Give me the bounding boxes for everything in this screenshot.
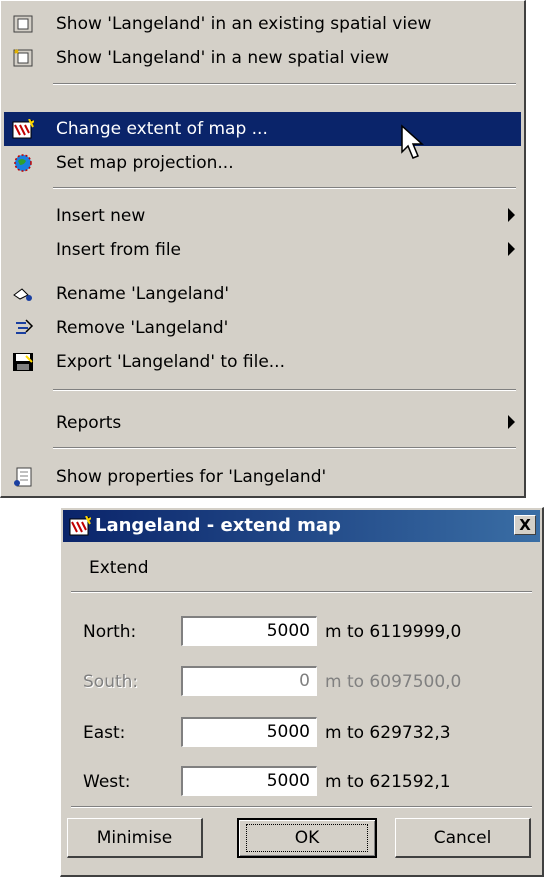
menu-item-remove[interactable]: Remove 'Langeland' — [4, 311, 521, 345]
minimise-button[interactable]: Minimise — [67, 818, 203, 858]
ok-button-label: OK — [245, 824, 369, 852]
menu-item-show-new-view[interactable]: Show 'Langeland' in a new spatial view — [4, 41, 521, 75]
east-target-text: m to 629732,3 — [325, 723, 451, 743]
menu-item-insert-from-file[interactable]: Insert from file — [4, 233, 521, 267]
menu-item-insert-new[interactable]: Insert new — [4, 199, 521, 233]
extend-map-dialog: Langeland - extend map X Extend North: 5… — [60, 507, 544, 877]
south-target-text: m to 6097500,0 — [325, 672, 462, 692]
section-label-extend: Extend — [89, 558, 149, 578]
menu-item-properties[interactable]: Show properties for 'Langeland' — [4, 460, 521, 494]
submenu-arrow-icon — [508, 242, 515, 256]
change-extent-icon — [12, 119, 34, 139]
cancel-button[interactable]: Cancel — [395, 818, 531, 858]
change-extent-icon — [69, 516, 91, 536]
menu-item-label: Insert new — [56, 206, 146, 226]
menu-item-label: Change extent of map ... — [56, 119, 268, 139]
menu-item-label: Set map projection... — [56, 153, 234, 173]
north-label: North: — [83, 622, 137, 642]
menu-item-export[interactable]: Export 'Langeland' to file... — [4, 345, 521, 379]
menu-item-set-projection[interactable]: Set map projection... — [4, 146, 521, 180]
menu-item-label: Reports — [56, 413, 122, 433]
ok-button[interactable]: OK — [237, 818, 377, 858]
dialog-title: Langeland - extend map — [95, 515, 341, 536]
menu-item-label: Rename 'Langeland' — [56, 284, 230, 304]
menu-item-label: Export 'Langeland' to file... — [56, 352, 285, 372]
menu-separator — [53, 83, 516, 85]
menu-separator — [53, 447, 516, 449]
south-label: South: — [83, 672, 139, 692]
north-target-text: m to 6119999,0 — [325, 622, 462, 642]
properties-icon — [12, 467, 34, 487]
dialog-titlebar[interactable]: Langeland - extend map X — [63, 510, 540, 542]
menu-separator — [53, 389, 516, 391]
remove-icon — [12, 318, 34, 338]
dialog-separator — [71, 591, 532, 593]
menu-item-change-extent[interactable]: Change extent of map ... — [4, 112, 521, 146]
east-input[interactable]: 5000 — [181, 717, 317, 747]
west-input[interactable]: 5000 — [181, 766, 317, 796]
menu-item-label: Remove 'Langeland' — [56, 318, 229, 338]
menu-item-show-existing-view[interactable]: Show 'Langeland' in an existing spatial … — [4, 7, 521, 41]
new-spatial-view-icon — [12, 48, 34, 68]
south-input: 0 — [181, 666, 317, 696]
west-label: West: — [83, 772, 131, 792]
menu-item-label: Insert from file — [56, 240, 182, 260]
context-menu: Show 'Langeland' in an existing spatial … — [0, 0, 526, 498]
rename-icon — [12, 284, 34, 304]
close-button[interactable]: X — [514, 515, 536, 535]
east-label: East: — [83, 723, 126, 743]
menu-separator — [53, 187, 516, 189]
menu-item-label: Show 'Langeland' in an existing spatial … — [56, 14, 432, 34]
dialog-separator — [71, 806, 532, 808]
menu-item-label: Show properties for 'Langeland' — [56, 467, 327, 487]
north-input[interactable]: 5000 — [181, 616, 317, 646]
save-disk-icon — [12, 352, 34, 372]
menu-item-label: Show 'Langeland' in a new spatial view — [56, 48, 390, 68]
menu-item-rename[interactable]: Rename 'Langeland' — [4, 277, 521, 311]
globe-icon — [12, 153, 34, 173]
submenu-arrow-icon — [508, 208, 515, 222]
menu-item-reports[interactable]: Reports — [4, 406, 521, 440]
mouse-cursor-icon — [401, 124, 424, 159]
spatial-view-icon — [12, 14, 34, 34]
west-target-text: m to 621592,1 — [325, 772, 451, 792]
submenu-arrow-icon — [508, 415, 515, 429]
